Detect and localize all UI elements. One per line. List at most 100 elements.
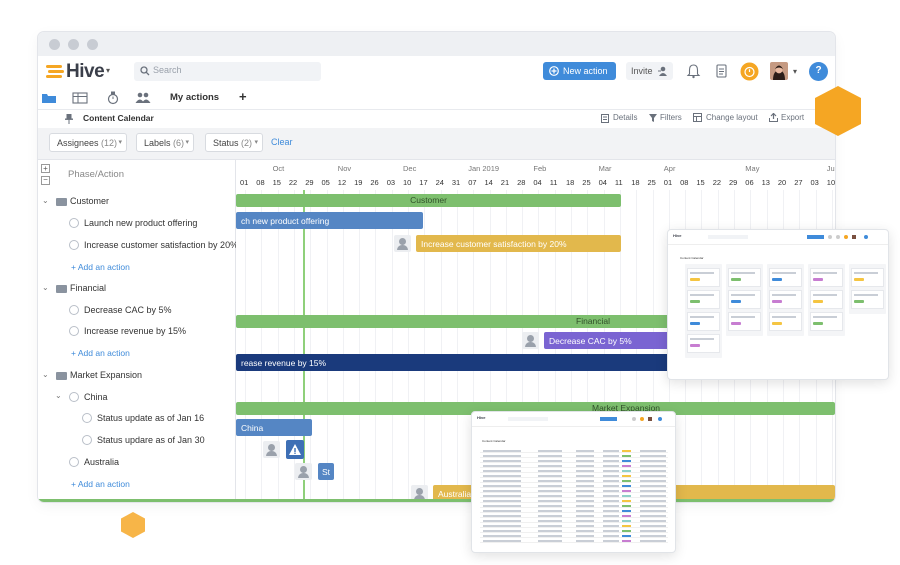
table-view-icon[interactable] bbox=[72, 91, 88, 105]
kanban-preview-card[interactable]: Hive Content Calendar bbox=[667, 229, 889, 380]
app-logo[interactable]: Hive bbox=[66, 61, 105, 83]
details-button[interactable]: Details bbox=[613, 113, 637, 122]
phase-bar-customer[interactable]: Customer bbox=[236, 194, 621, 207]
table-row bbox=[480, 504, 668, 508]
assignee-avatar[interactable] bbox=[522, 332, 539, 349]
phase-financial[interactable]: Financial bbox=[70, 283, 106, 293]
day-label: 31 bbox=[451, 178, 461, 187]
bell-icon[interactable] bbox=[684, 62, 703, 81]
subaction-item[interactable]: Status updare as of Jan 30 bbox=[97, 435, 205, 445]
chevron-down-icon[interactable]: ⌄ bbox=[42, 196, 49, 205]
team-view-icon[interactable] bbox=[135, 91, 151, 105]
folder-view-icon[interactable] bbox=[41, 91, 57, 105]
search-input[interactable]: Search bbox=[134, 62, 321, 81]
action-bar-launch[interactable]: ch new product offering bbox=[236, 212, 423, 229]
check-icon[interactable] bbox=[82, 413, 92, 423]
chevron-down-icon[interactable]: ⌄ bbox=[55, 391, 62, 400]
add-view-button[interactable]: + bbox=[239, 89, 247, 104]
action-item[interactable]: China bbox=[84, 392, 108, 402]
assignee-avatar[interactable] bbox=[263, 441, 280, 458]
check-icon[interactable] bbox=[69, 392, 79, 402]
collapse-all-button[interactable]: − bbox=[41, 176, 50, 185]
filters-button[interactable]: Filters bbox=[660, 113, 682, 122]
kanban-card bbox=[810, 312, 843, 331]
table-row bbox=[480, 454, 668, 458]
action-bar-china[interactable]: China bbox=[236, 419, 312, 436]
expand-all-button[interactable]: + bbox=[41, 164, 50, 173]
check-icon[interactable] bbox=[69, 240, 79, 250]
kanban-column bbox=[685, 264, 722, 358]
window-dot[interactable] bbox=[49, 39, 60, 50]
profile-dropdown-icon[interactable]: ▾ bbox=[793, 67, 797, 76]
labels-label: Labels bbox=[144, 138, 171, 148]
day-label: 10 bbox=[826, 178, 835, 187]
preview-logo: Hive bbox=[673, 233, 682, 238]
check-icon[interactable] bbox=[69, 457, 79, 467]
add-action-link[interactable]: + Add an action bbox=[71, 479, 130, 489]
kanban-card bbox=[687, 334, 720, 353]
warning-icon bbox=[289, 444, 301, 455]
assignees-filter[interactable]: Assignees (12) ▾ bbox=[49, 133, 127, 152]
action-item[interactable]: Australia bbox=[84, 457, 119, 467]
action-bar-cac[interactable]: Decrease CAC by 5% bbox=[544, 332, 671, 349]
check-icon[interactable] bbox=[69, 305, 79, 315]
tab-my-actions[interactable]: My actions bbox=[170, 92, 219, 103]
avatar[interactable] bbox=[770, 62, 788, 80]
milestone-warning[interactable] bbox=[286, 440, 304, 459]
grid-line bbox=[326, 190, 328, 502]
check-icon[interactable] bbox=[69, 218, 79, 228]
grid-line bbox=[245, 190, 246, 502]
calendar-view-icon[interactable] bbox=[105, 91, 121, 105]
action-bar-satisfaction[interactable]: Increase customer satisfaction by 20% bbox=[416, 235, 621, 252]
change-layout-button[interactable]: Change layout bbox=[706, 113, 758, 122]
export-button[interactable]: Export bbox=[781, 113, 804, 122]
clear-filters-button[interactable]: Clear bbox=[271, 137, 293, 147]
month-label: Mar bbox=[598, 164, 612, 173]
assignee-avatar[interactable] bbox=[295, 463, 312, 480]
invite-button[interactable]: Invite bbox=[626, 62, 673, 80]
month-label: Oct bbox=[272, 164, 285, 173]
day-label: 05 bbox=[321, 178, 330, 187]
chevron-down-icon[interactable]: ⌄ bbox=[42, 283, 49, 292]
day-label: 29 bbox=[305, 178, 314, 187]
table-preview-card[interactable]: Hive Content Calendar bbox=[471, 411, 676, 553]
assignees-label: Assignees bbox=[57, 138, 99, 148]
action-item[interactable]: Decrease CAC by 5% bbox=[84, 305, 172, 315]
check-icon[interactable] bbox=[82, 435, 92, 445]
document-icon[interactable] bbox=[712, 62, 731, 81]
folder-icon bbox=[56, 372, 67, 380]
preview-new-action bbox=[807, 235, 824, 239]
chevron-down-icon[interactable]: ⌄ bbox=[42, 370, 49, 379]
timer-icon[interactable] bbox=[740, 62, 759, 81]
chevron-down-icon: ▾ bbox=[118, 139, 122, 146]
day-label: 11 bbox=[614, 178, 623, 187]
table-row bbox=[480, 484, 668, 488]
action-bar-revenue[interactable]: rease revenue by 15% bbox=[236, 354, 671, 371]
assignee-avatar[interactable] bbox=[394, 235, 411, 252]
labels-filter[interactable]: Labels (6) ▾ bbox=[136, 133, 194, 152]
table-row bbox=[480, 514, 668, 518]
table-row bbox=[480, 489, 668, 493]
new-action-button[interactable]: New action bbox=[543, 62, 616, 80]
table-row bbox=[480, 519, 668, 523]
window-dot[interactable] bbox=[87, 39, 98, 50]
action-item[interactable]: Increase customer satisfaction by 20% bbox=[84, 240, 238, 250]
add-action-link[interactable]: + Add an action bbox=[71, 348, 130, 358]
window-dot[interactable] bbox=[68, 39, 79, 50]
phase-customer[interactable]: Customer bbox=[70, 196, 109, 206]
subaction-item[interactable]: Status update as of Jan 16 bbox=[97, 413, 204, 423]
check-icon[interactable] bbox=[69, 326, 79, 336]
logo-dropdown-icon[interactable]: ▾ bbox=[106, 66, 110, 75]
chevron-down-icon: ▾ bbox=[254, 139, 258, 146]
action-bar-status[interactable]: St bbox=[318, 463, 334, 480]
month-label: Jan 2019 bbox=[468, 164, 500, 173]
pin-icon[interactable] bbox=[65, 114, 73, 124]
help-button[interactable]: ? bbox=[809, 62, 828, 81]
status-filter[interactable]: Status (2) ▾ bbox=[205, 133, 263, 152]
add-action-link[interactable]: + Add an action bbox=[71, 262, 130, 272]
phase-market-expansion[interactable]: Market Expansion bbox=[70, 370, 142, 380]
phase-bar-financial[interactable]: Financial bbox=[236, 315, 671, 328]
action-item[interactable]: Launch new product offering bbox=[84, 218, 197, 228]
day-label: 28 bbox=[517, 178, 526, 187]
action-item[interactable]: Increase revenue by 15% bbox=[84, 326, 186, 336]
